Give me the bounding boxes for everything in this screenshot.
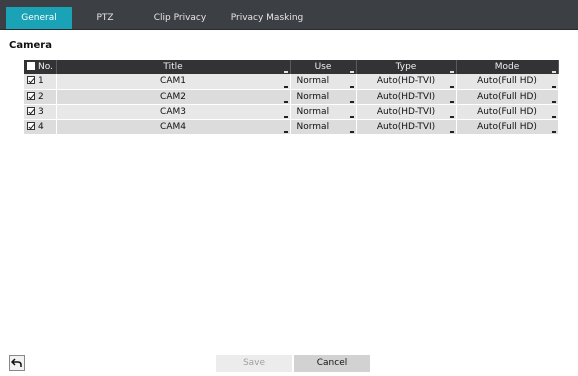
row-use: Normal [296, 121, 330, 132]
row-checkbox[interactable] [27, 121, 35, 130]
dropdown-handle[interactable] [449, 100, 454, 103]
edit-handle[interactable] [283, 100, 288, 103]
row-type-select[interactable]: Auto(HD-TVI) [356, 74, 457, 90]
table-row[interactable]: 3 CAM3 Normal Auto(HD-TVI) Auto(Full HD) [24, 104, 559, 120]
row-checkbox[interactable] [27, 91, 35, 100]
row-mode: Auto(Full HD) [477, 76, 537, 87]
row-mode: Auto(Full HD) [477, 106, 537, 117]
row-title-cell[interactable]: CAM3 [56, 104, 291, 120]
dropdown-handle[interactable] [449, 115, 454, 118]
row-no-cell[interactable]: 2 [24, 89, 57, 105]
row-use: Normal [296, 76, 330, 87]
row-use: Normal [296, 106, 330, 117]
row-mode-select[interactable]: Auto(Full HD) [456, 89, 559, 105]
row-mode-select[interactable]: Auto(Full HD) [456, 119, 559, 135]
row-title: CAM2 [160, 91, 186, 102]
row-title-cell[interactable]: CAM2 [56, 89, 291, 105]
header-no[interactable]: No. [24, 60, 57, 74]
tab-bar: General PTZ Clip Privacy Privacy Masking [0, 0, 578, 30]
dropdown-handle[interactable] [449, 130, 454, 133]
row-type: Auto(HD-TVI) [376, 91, 436, 102]
camera-table: No. Title Use Type Mode 1 CAM1 Normal Auto(… [24, 60, 559, 135]
back-arrow-icon [11, 358, 22, 367]
row-title: CAM3 [160, 106, 186, 117]
row-type: Auto(HD-TVI) [376, 76, 436, 87]
row-checkbox[interactable] [27, 76, 35, 85]
row-mode-select[interactable]: Auto(Full HD) [456, 74, 559, 90]
dropdown-handle[interactable] [551, 85, 556, 88]
dropdown-handle[interactable] [349, 115, 354, 118]
resize-handle[interactable] [551, 71, 556, 73]
row-mode: Auto(Full HD) [477, 91, 537, 102]
row-use-select[interactable]: Normal [290, 74, 357, 90]
row-no-cell[interactable]: 4 [24, 119, 57, 135]
header-use: Use [290, 60, 357, 74]
header-type: Type [356, 60, 457, 74]
table-header-row: No. Title Use Type Mode [24, 60, 559, 74]
save-button[interactable]: Save [216, 355, 292, 372]
resize-handle[interactable] [283, 71, 288, 73]
tab-general[interactable]: General [6, 7, 72, 29]
row-title-cell[interactable]: CAM1 [56, 74, 291, 90]
row-number: 4 [38, 121, 44, 132]
header-mode-label: Mode [494, 62, 520, 72]
row-title: CAM4 [160, 121, 186, 132]
row-title: CAM1 [160, 76, 186, 87]
row-type: Auto(HD-TVI) [376, 121, 436, 132]
row-use-select[interactable]: Normal [290, 104, 357, 120]
row-type-select[interactable]: Auto(HD-TVI) [356, 104, 457, 120]
row-use: Normal [296, 91, 330, 102]
row-checkbox[interactable] [27, 106, 35, 115]
tab-ptz[interactable]: PTZ [80, 7, 130, 29]
row-no-cell[interactable]: 1 [24, 74, 57, 90]
dropdown-handle[interactable] [349, 100, 354, 103]
header-title-label: Title [163, 62, 183, 72]
dropdown-handle[interactable] [349, 85, 354, 88]
tab-clip-privacy[interactable]: Clip Privacy [140, 7, 220, 29]
cancel-button[interactable]: Cancel [294, 355, 370, 372]
resize-handle[interactable] [349, 71, 354, 73]
dropdown-handle[interactable] [551, 130, 556, 133]
table-row[interactable]: 1 CAM1 Normal Auto(HD-TVI) Auto(Full HD) [24, 74, 559, 90]
tab-privacy-masking[interactable]: Privacy Masking [224, 7, 310, 29]
header-mode: Mode [456, 60, 559, 74]
row-use-select[interactable]: Normal [290, 89, 357, 105]
row-type-select[interactable]: Auto(HD-TVI) [356, 89, 457, 105]
dropdown-handle[interactable] [551, 115, 556, 118]
row-number: 1 [38, 76, 44, 87]
row-title-cell[interactable]: CAM4 [56, 119, 291, 135]
row-no-cell[interactable]: 3 [24, 104, 57, 120]
edit-handle[interactable] [283, 115, 288, 118]
edit-handle[interactable] [283, 130, 288, 133]
header-type-label: Type [395, 62, 417, 72]
row-type: Auto(HD-TVI) [376, 106, 436, 117]
dropdown-handle[interactable] [349, 130, 354, 133]
row-use-select[interactable]: Normal [290, 119, 357, 135]
section-title: Camera [9, 40, 52, 51]
row-number: 2 [38, 91, 44, 102]
resize-handle[interactable] [449, 71, 454, 73]
header-title: Title [56, 60, 291, 74]
table-row[interactable]: 4 CAM4 Normal Auto(HD-TVI) Auto(Full HD) [24, 119, 559, 135]
bottom-bar: Save Cancel [0, 352, 578, 376]
edit-handle[interactable] [283, 85, 288, 88]
table-row[interactable]: 2 CAM2 Normal Auto(HD-TVI) Auto(Full HD) [24, 89, 559, 105]
select-all-checkbox[interactable] [27, 62, 35, 70]
back-button[interactable] [9, 355, 25, 371]
row-mode-select[interactable]: Auto(Full HD) [456, 104, 559, 120]
header-no-label: No. [38, 62, 53, 72]
row-number: 3 [38, 106, 44, 117]
row-mode: Auto(Full HD) [477, 121, 537, 132]
dropdown-handle[interactable] [551, 100, 556, 103]
row-type-select[interactable]: Auto(HD-TVI) [356, 119, 457, 135]
dropdown-handle[interactable] [449, 85, 454, 88]
header-use-label: Use [314, 62, 332, 72]
